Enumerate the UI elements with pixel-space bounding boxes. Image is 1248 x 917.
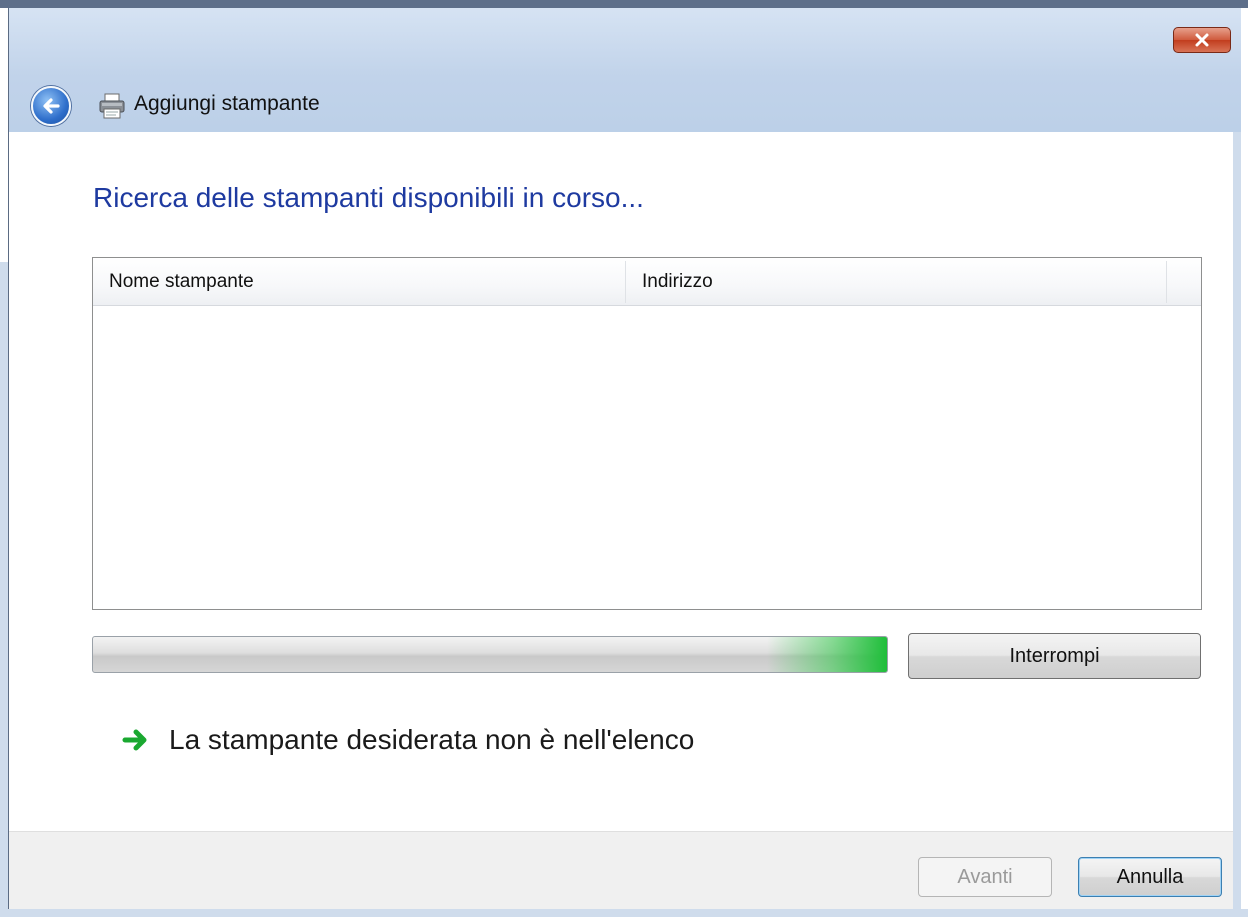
- next-button[interactable]: Avanti: [918, 857, 1052, 897]
- progress-indicator: [767, 637, 887, 672]
- column-header-printer-name[interactable]: Nome stampante: [93, 258, 625, 305]
- window-bottom-border: [0, 909, 1248, 917]
- window-right-border: [1233, 132, 1241, 917]
- close-button[interactable]: [1173, 27, 1231, 53]
- window-left-border: [0, 262, 8, 917]
- printer-not-listed-text: La stampante desiderata non è nell'elenc…: [169, 724, 695, 755]
- search-progress-bar: [92, 636, 888, 673]
- printer-not-listed-link[interactable]: La stampante desiderata non è nell'elenc…: [121, 724, 694, 756]
- window-title: Aggiungi stampante: [134, 92, 320, 115]
- column-divider[interactable]: [1166, 261, 1167, 303]
- stop-button[interactable]: Interrompi: [908, 633, 1201, 679]
- green-arrow-icon: [122, 729, 147, 751]
- list-header: Nome stampante Indirizzo: [93, 258, 1201, 306]
- back-button[interactable]: [31, 86, 71, 126]
- desktop-background: [0, 0, 1248, 8]
- cancel-button[interactable]: Annulla: [1078, 857, 1222, 897]
- back-arrow-icon: [43, 98, 60, 114]
- wizard-footer: Avanti Annulla: [9, 831, 1241, 917]
- printer-list[interactable]: Nome stampante Indirizzo: [92, 257, 1202, 610]
- printer-icon: [99, 93, 125, 119]
- add-printer-window: Aggiungi stampante Ricerca delle stampan…: [8, 8, 1241, 917]
- desktop-background-left: [0, 8, 8, 262]
- title-bar: Aggiungi stampante: [9, 8, 1241, 132]
- column-header-address[interactable]: Indirizzo: [626, 258, 1166, 305]
- wizard-content: Ricerca delle stampanti disponibili in c…: [9, 132, 1241, 831]
- close-icon: [1195, 33, 1209, 47]
- page-heading: Ricerca delle stampanti disponibili in c…: [93, 182, 644, 213]
